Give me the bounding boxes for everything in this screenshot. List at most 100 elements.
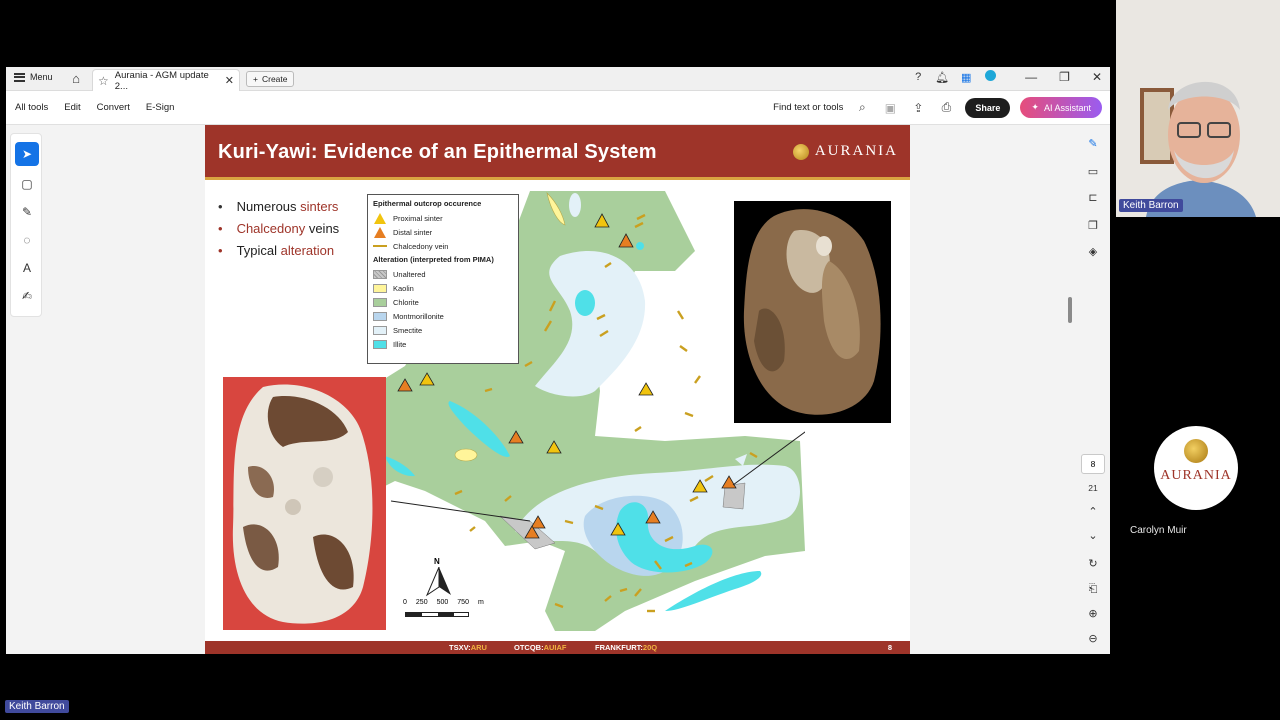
document-tab[interactable]: ☆ Aurania - AGM update 2... ✕ xyxy=(92,69,240,92)
bullet-item: • Chalcedony veins xyxy=(218,221,340,236)
pen-tool-icon[interactable]: ✎ xyxy=(15,200,39,224)
signature-tool-icon[interactable]: ✍ xyxy=(15,284,39,308)
bell-icon[interactable]: 🔔︎ xyxy=(935,71,949,84)
frankfurt-ticker: FRANKFURT:20Q xyxy=(595,643,658,652)
chat-icon[interactable]: ▭ xyxy=(1084,163,1102,181)
minimize-icon[interactable]: — xyxy=(1025,70,1037,84)
bookmark-icon[interactable]: ⊏ xyxy=(1084,189,1102,207)
help-icon[interactable]: ? xyxy=(911,71,925,83)
avatar-logo-text: AURANIA xyxy=(1160,468,1232,483)
chalcedony-vein-photo xyxy=(734,201,891,423)
coin-icon xyxy=(792,143,809,160)
page-number-input[interactable]: 8 xyxy=(1081,454,1105,474)
legend-item: Smectite xyxy=(373,323,513,337)
chevron-down-icon[interactable]: ⌄ xyxy=(1084,527,1102,545)
comment-panel-icon[interactable]: ✎ xyxy=(1084,135,1102,153)
save-copy-icon[interactable]: ⎗ xyxy=(1084,580,1102,598)
select-tool-icon[interactable]: ➤ xyxy=(15,142,39,166)
edit-button[interactable]: Edit xyxy=(64,102,80,113)
bullet-list: • Numerous sinters • Chalcedony veins • … xyxy=(218,196,339,262)
pdf-page: Kuri-Yawi: Evidence of an Epithermal Sys… xyxy=(205,125,910,654)
refresh-icon[interactable]: ↻ xyxy=(1084,555,1102,573)
menu-label: Menu xyxy=(30,72,53,82)
search-icon[interactable]: ⌕ xyxy=(853,100,871,115)
restore-icon[interactable]: ❐ xyxy=(1059,70,1070,84)
speaker-video-tile[interactable]: Keith Barron xyxy=(1116,0,1280,217)
slide-page-number: 8 xyxy=(887,643,892,652)
legend-heading: Alteration (interpreted from PIMA) xyxy=(373,255,494,264)
save-icon[interactable]: ▣ xyxy=(881,101,899,115)
tab-bar: Menu ⌂ ☆ Aurania - AGM update 2... ✕ + C… xyxy=(6,67,1110,92)
convert-button[interactable]: Convert xyxy=(97,102,130,113)
print-icon[interactable]: ⎙ xyxy=(937,100,955,115)
tab-title: Aurania - AGM update 2... xyxy=(114,69,209,92)
layers-icon[interactable]: ◈ xyxy=(1084,243,1102,261)
speaker-name: Keith Barron xyxy=(1119,199,1183,212)
slide-title: Kuri-Yawi: Evidence of an Epithermal Sys… xyxy=(218,141,657,163)
menu-button[interactable]: Menu xyxy=(14,72,53,82)
chevron-up-icon[interactable]: ⌃ xyxy=(1084,503,1102,521)
profile-icon[interactable] xyxy=(983,70,997,84)
page-total: 21 xyxy=(1088,483,1098,493)
sinter-photo xyxy=(223,377,386,630)
left-tool-rail: ➤ ▢ ✎ ◌ A ✍ xyxy=(10,133,42,317)
create-button[interactable]: + Create xyxy=(246,71,295,87)
zoom-in-icon[interactable]: ⊕ xyxy=(1084,605,1102,623)
scale-bar xyxy=(405,612,469,617)
ai-assistant-label: AI Assistant xyxy=(1043,102,1091,113)
aurania-logo: AURANIA xyxy=(792,143,898,160)
legend-item: Chlorite xyxy=(373,295,513,309)
participant-avatar[interactable]: AURANIA xyxy=(1154,426,1238,510)
legend-item: Distal sinter xyxy=(373,225,513,239)
share-button[interactable]: Share xyxy=(965,97,1011,118)
header-stripe xyxy=(205,177,910,180)
upload-icon[interactable]: ⇪ xyxy=(909,101,927,115)
main-toolbar: All tools Edit Convert E-Sign Find text … xyxy=(6,91,1110,125)
kaolin-zone xyxy=(454,448,478,462)
comment-tool-icon[interactable]: ▢ xyxy=(15,172,39,196)
active-speaker-label: Keith Barron xyxy=(5,700,69,713)
apps-grid-icon[interactable]: ▦ xyxy=(959,71,973,84)
speaker-video xyxy=(1116,0,1280,217)
vein-icon xyxy=(373,245,387,247)
slide-footer: TSXV:ARU OTCQB:AUIAF FRANKFURT:20Q 8 xyxy=(205,641,910,654)
legend-item: Illite xyxy=(373,337,513,351)
scale-labels: 0 250 500 750 m xyxy=(403,599,484,606)
illite-zone xyxy=(636,242,644,250)
ai-sparkle-icon: ✦ xyxy=(1031,102,1039,112)
hamburger-icon xyxy=(14,72,25,82)
legend-heading: Epithermal outcrop occurence xyxy=(373,199,482,208)
map-legend: Epithermal outcrop occurence Proximal si… xyxy=(367,194,519,364)
logo-text: AURANIA xyxy=(814,143,898,159)
bullet-item: • Numerous sinters xyxy=(218,199,339,214)
coin-icon xyxy=(1184,439,1208,463)
acrobat-window: Menu ⌂ ☆ Aurania - AGM update 2... ✕ + C… xyxy=(6,67,1110,654)
legend-item: Proximal sinter xyxy=(373,211,513,225)
yellow-triangle-icon xyxy=(374,212,386,224)
star-icon[interactable]: ☆ xyxy=(98,74,109,88)
close-window-icon[interactable]: ✕ xyxy=(1092,70,1102,84)
north-arrow-icon xyxy=(425,567,451,597)
all-tools-button[interactable]: All tools xyxy=(15,102,48,113)
zoom-out-icon[interactable]: ⊖ xyxy=(1084,630,1102,648)
close-tab-icon[interactable]: ✕ xyxy=(225,74,234,87)
slide-header: Kuri-Yawi: Evidence of an Epithermal Sys… xyxy=(205,125,910,180)
esign-button[interactable]: E-Sign xyxy=(146,102,175,113)
meeting-window: Menu ⌂ ☆ Aurania - AGM update 2... ✕ + C… xyxy=(0,0,1280,720)
ai-assistant-button[interactable]: ✦ AI Assistant xyxy=(1020,97,1102,118)
home-icon[interactable]: ⌂ xyxy=(68,71,84,87)
lasso-tool-icon[interactable]: ◌ xyxy=(15,228,39,252)
smectite-zone xyxy=(569,193,581,217)
legend-item: Chalcedony vein xyxy=(373,239,513,253)
proximal-sinter xyxy=(638,382,654,396)
text-tool-icon[interactable]: A xyxy=(15,256,39,280)
find-text-button[interactable]: Find text or tools xyxy=(773,102,843,113)
pages-icon[interactable]: ❐ xyxy=(1084,217,1102,235)
vertical-scrollbar[interactable] xyxy=(1068,297,1072,323)
orange-triangle-icon xyxy=(374,226,386,238)
create-label: Create xyxy=(261,74,288,84)
legend-item: Kaolin xyxy=(373,281,513,295)
illite-zone xyxy=(575,290,595,316)
legend-item: Unaltered xyxy=(373,267,513,281)
participant-name: Carolyn Muir xyxy=(1130,525,1187,536)
